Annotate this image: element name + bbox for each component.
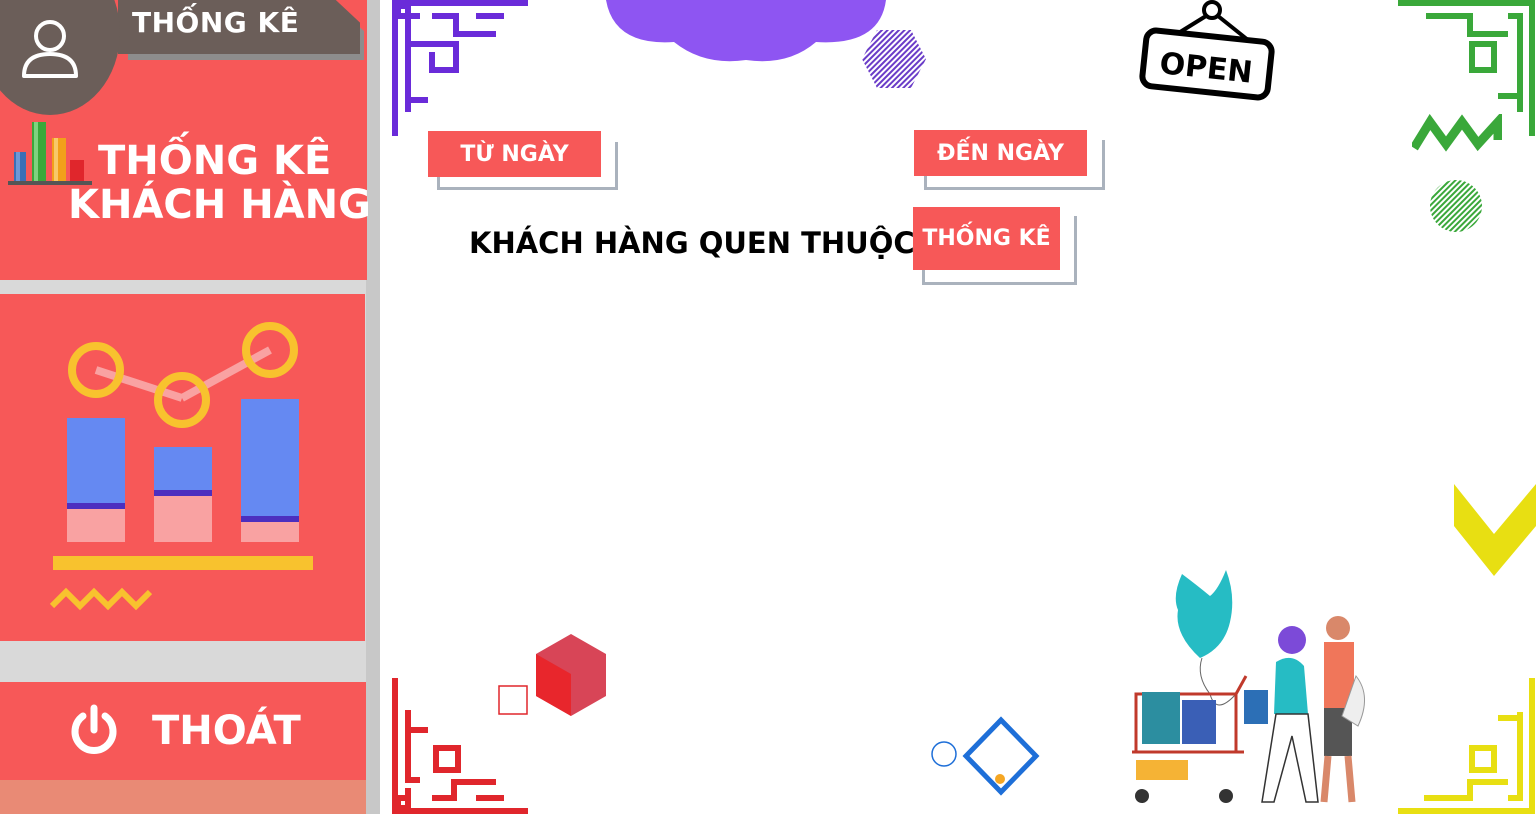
- stats-button[interactable]: THỐNG KÊ: [913, 207, 1060, 270]
- purple-cloud-decoration: [606, 0, 886, 62]
- exit-strip: [0, 780, 366, 814]
- shoppers-illustration: [1132, 570, 1365, 803]
- statistics-illustration: [49, 322, 313, 611]
- from-date-button[interactable]: TỪ NGÀY: [428, 131, 601, 177]
- red-cube-decoration: [536, 634, 606, 716]
- page-title-line2: KHÁCH HÀNG: [68, 182, 371, 228]
- loyal-customers-title: KHÁCH HÀNG QUEN THUỘC: [469, 226, 915, 260]
- header-tab-label: THỐNG KÊ: [132, 6, 300, 39]
- yellow-corner-frame: [1398, 678, 1535, 814]
- sidebar-scrollbar[interactable]: [366, 0, 380, 814]
- circle-hatched-decoration: [1430, 180, 1482, 232]
- page-title-line1: THỐNG KÊ: [98, 138, 332, 184]
- exit-button-label[interactable]: THOÁT: [152, 708, 301, 754]
- green-zigzag-decoration: [1412, 114, 1502, 152]
- red-square-outline-decoration: [498, 685, 528, 715]
- yellow-chevron-decoration: [1454, 484, 1536, 576]
- bar-chart-icon: [8, 122, 92, 185]
- blue-diamond-decoration: [931, 716, 1040, 796]
- open-sign-icon: OPEN: [1139, 0, 1275, 101]
- power-icon: [71, 704, 117, 754]
- user-icon: [22, 20, 78, 78]
- purple-corner-frame: [392, 0, 528, 136]
- to-date-button[interactable]: ĐẾN NGÀY: [914, 130, 1087, 176]
- hexagon-decoration: [862, 30, 926, 88]
